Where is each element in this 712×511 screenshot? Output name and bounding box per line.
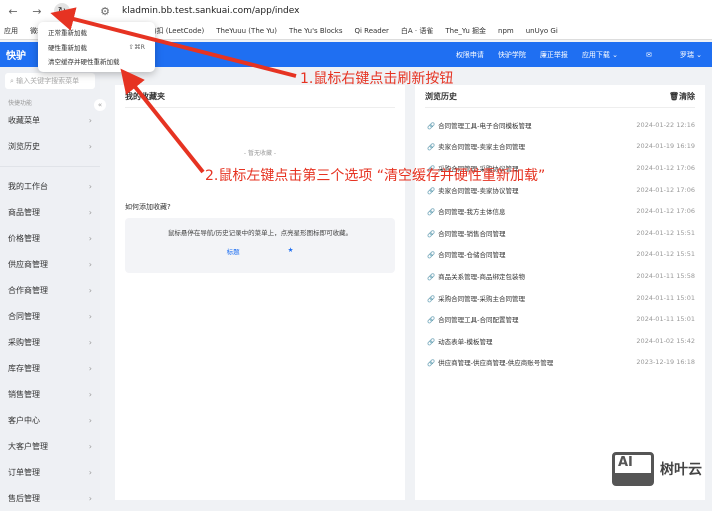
brand-name: 树叶云 [660, 462, 702, 478]
ai-logo-icon: AI [612, 452, 654, 486]
arrow-2 [120, 68, 205, 174]
annotation-step2: 2.鼠标左键点击第三个选项 “清空缓存并硬性重新加载” [205, 168, 546, 184]
arrow-1 [50, 7, 297, 78]
watermark-logo: AI 树叶云 [612, 452, 702, 486]
annotation-step1: 1.鼠标右键点击刷新按钮 [300, 71, 454, 87]
